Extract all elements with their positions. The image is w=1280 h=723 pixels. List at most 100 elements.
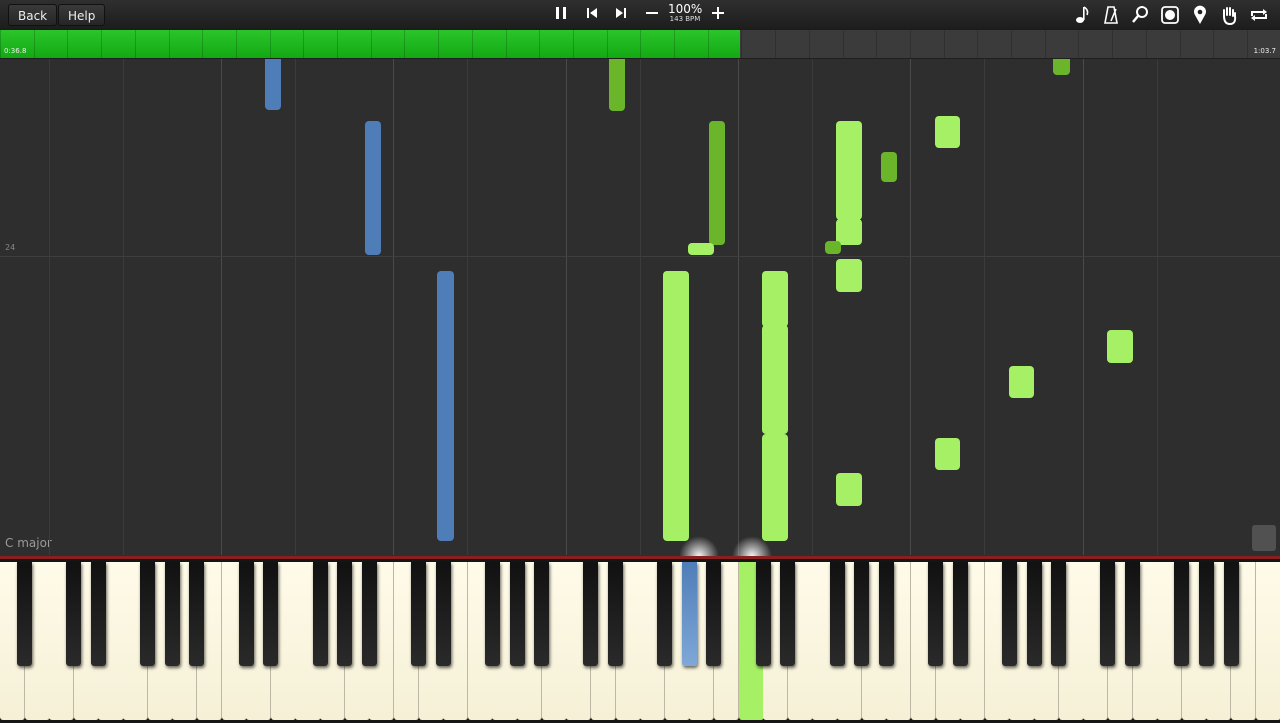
falling-note [836,259,862,292]
minus-icon[interactable] [640,3,664,27]
progress-tick [909,30,911,58]
plus-icon[interactable] [706,3,730,27]
progress-tick [101,30,103,58]
falling-note [663,271,689,541]
progress-tick [808,30,810,58]
progress-tick [1213,30,1215,58]
falling-note [437,271,454,541]
total-time: 1:03.7 [1253,47,1276,55]
black-key[interactable] [337,562,353,666]
grid-line [640,59,641,555]
black-key[interactable] [1001,562,1017,666]
progress-tick [1078,30,1080,58]
black-key[interactable] [1051,562,1067,666]
note-icon[interactable] [1070,3,1094,27]
progress-tick [640,30,642,58]
black-key[interactable] [608,562,623,666]
progress-tick [943,30,945,58]
back-button[interactable]: Back [8,4,58,26]
black-key[interactable] [681,562,697,666]
hand-icon[interactable] [1217,3,1241,27]
progress-tick [1179,30,1181,58]
black-key[interactable] [1100,562,1116,666]
falling-note [609,59,625,111]
progress-tick [674,30,675,58]
progress-tick [404,30,406,58]
black-key[interactable] [854,562,870,666]
song-progress-bar[interactable]: 0:36.8 1:03.7 [0,30,1280,59]
grid-line [467,59,468,555]
black-key[interactable] [657,562,673,666]
black-key[interactable] [1198,562,1214,666]
grid-line [812,59,813,555]
piano-keyboard[interactable] [0,556,1280,723]
pause-icon[interactable] [549,3,573,27]
progress-tick [168,30,170,58]
black-key[interactable] [780,562,796,666]
marker-icon[interactable] [1188,3,1212,27]
black-key[interactable] [1026,562,1042,666]
help-button[interactable]: Help [58,4,106,26]
falling-note [836,219,862,245]
falling-note [836,121,862,220]
progress-tick [505,30,507,58]
progress-tick [33,30,35,58]
black-key[interactable] [90,562,106,666]
grid-line [566,59,567,555]
grid-line [393,59,394,555]
black-key[interactable] [435,562,451,666]
black-key[interactable] [1223,562,1239,666]
black-key[interactable] [1125,562,1141,666]
falling-note [1053,59,1070,75]
black-key[interactable] [509,562,525,666]
black-key[interactable] [755,562,771,666]
label-icon[interactable] [1158,3,1182,27]
key-search-icon[interactable] [1128,3,1152,27]
progress-tick [539,30,541,58]
black-key[interactable] [361,562,377,666]
black-key[interactable] [312,562,328,666]
next-icon[interactable] [609,3,633,27]
grid-line [910,59,911,555]
progress-tick [269,30,271,58]
black-key[interactable] [17,562,33,666]
black-key[interactable] [1174,562,1190,666]
progress-tick [0,30,1,58]
previous-icon[interactable] [580,3,604,27]
falling-note [365,121,381,255]
black-key[interactable] [164,562,180,666]
black-key[interactable] [189,562,205,666]
falling-note [688,243,714,255]
black-key[interactable] [263,562,279,666]
key-signature-label: C major [5,536,52,550]
progress-tick [741,30,743,58]
grid-line [1083,59,1084,555]
falling-note [935,116,960,148]
black-key[interactable] [583,562,599,666]
falling-note [709,121,725,245]
progress-tick [876,30,878,58]
black-key[interactable] [238,562,254,666]
falling-note [762,325,788,434]
white-key[interactable] [1255,562,1280,720]
black-key[interactable] [952,562,968,666]
grid-line [1157,59,1158,555]
progress-tick [606,30,608,58]
grid-line [295,59,296,555]
metronome-icon[interactable] [1099,3,1123,27]
progress-tick [1246,30,1248,58]
progress-tick [303,30,305,58]
falling-note [836,473,862,506]
scroll-arrow-icon[interactable] [1252,525,1276,551]
black-key[interactable] [140,562,156,666]
black-key[interactable] [829,562,845,666]
black-key[interactable] [928,562,944,666]
black-key[interactable] [706,562,722,666]
black-key[interactable] [534,562,550,666]
black-key[interactable] [66,562,82,666]
progress-tick [337,30,338,58]
black-key[interactable] [411,562,427,666]
black-key[interactable] [484,562,500,666]
black-key[interactable] [878,562,894,666]
loop-icon[interactable] [1247,3,1271,27]
